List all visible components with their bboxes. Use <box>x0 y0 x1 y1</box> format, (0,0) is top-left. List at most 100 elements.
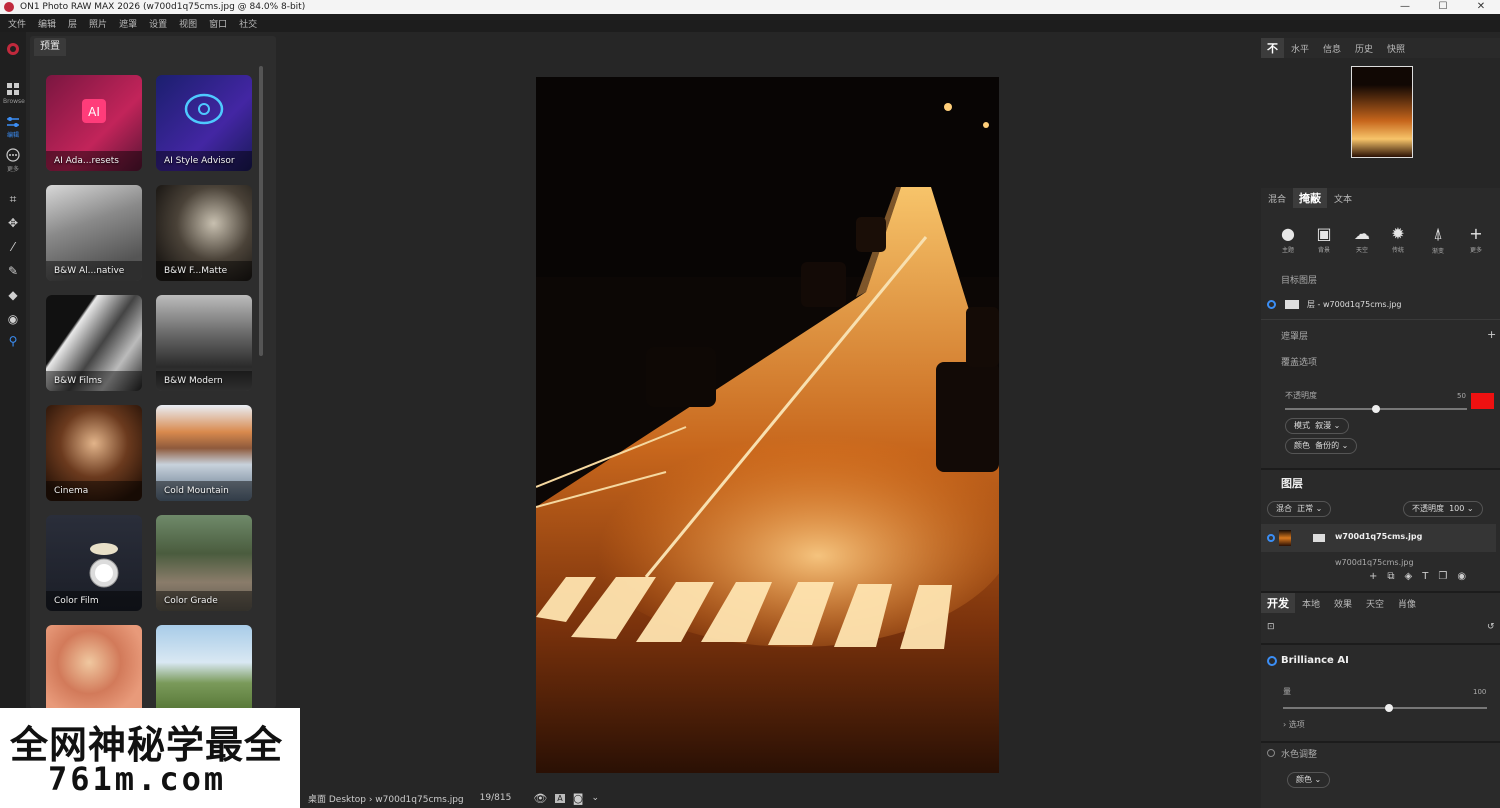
layer-row[interactable]: w700d1q75cms.jpg <box>1261 558 1496 568</box>
mask-gradient-button[interactable]: ⍋ 渐变 <box>1423 224 1453 255</box>
opacity-label: 不透明度 <box>1285 391 1317 400</box>
menu-layer[interactable]: 层 <box>62 17 83 30</box>
add-mask-layer-icon[interactable]: + <box>1487 328 1496 341</box>
text-overlay-icon[interactable]: A <box>555 793 565 803</box>
stack-layer-icon[interactable]: ◉ <box>1457 571 1466 582</box>
view-dropdown-icon[interactable]: ⌄ <box>591 793 599 803</box>
tab-sky[interactable]: 天空 <box>1359 597 1391 610</box>
paint-layer-icon[interactable]: ◈ <box>1405 571 1413 582</box>
browse-tool[interactable]: Browse <box>3 82 25 105</box>
layer-row[interactable]: w700d1q75cms.jpg <box>1261 524 1496 552</box>
magic-wand-icon[interactable]: ⁄ <box>3 240 23 254</box>
mask-layer-label: 遮罩层 <box>1281 332 1309 342</box>
blend-mode-dropdown[interactable]: 混合 正常 ⌄ <box>1267 501 1332 517</box>
target-layer-name[interactable]: 层 - w700d1q75cms.jpg <box>1307 299 1402 310</box>
tab-levels[interactable]: 水平 <box>1284 42 1316 55</box>
eraser-icon[interactable]: ◆ <box>3 288 23 302</box>
menu-photo[interactable]: 照片 <box>83 17 113 30</box>
on1-logo-icon[interactable] <box>3 42 23 59</box>
duplicate-layer-icon[interactable]: ⧉ <box>1387 571 1394 582</box>
tab-masking[interactable]: 掩蔽 <box>1293 188 1328 208</box>
preset-card[interactable]: Color Grade <box>156 515 252 611</box>
zoom-icon[interactable]: ⚲ <box>3 334 23 348</box>
tab-info[interactable]: 信息 <box>1316 42 1348 55</box>
menu-view[interactable]: 视图 <box>173 17 203 30</box>
more-tool[interactable]: 更多 <box>3 148 23 173</box>
mask-more-button[interactable]: + 更多 <box>1461 224 1491 254</box>
menu-file[interactable]: 文件 <box>2 17 32 30</box>
text-layer-icon[interactable]: T <box>1422 571 1428 582</box>
preset-card[interactable]: AI Style Advisor <box>156 75 252 171</box>
maximize-button[interactable]: ☐ <box>1424 0 1462 14</box>
preset-save-icon[interactable]: ⊡ <box>1267 622 1275 632</box>
preset-card[interactable]: Cold Mountain <box>156 405 252 501</box>
options-expander[interactable]: › 选项 <box>1283 719 1305 730</box>
edit-tool[interactable]: 编辑 <box>3 116 23 139</box>
layer-visibility-icon[interactable] <box>1267 300 1276 309</box>
color-dropdown[interactable]: 颜色 备份的 ⌄ <box>1285 438 1358 454</box>
layer-visibility-icon[interactable] <box>1267 534 1275 542</box>
presets-scrollbar[interactable] <box>259 66 263 356</box>
tab-effects[interactable]: 效果 <box>1327 597 1359 610</box>
menu-settings[interactable]: 设置 <box>143 17 173 30</box>
preset-card[interactable] <box>46 625 142 708</box>
tab-blend[interactable]: 混合 <box>1261 192 1293 205</box>
opacity-slider-knob[interactable] <box>1372 405 1380 413</box>
tab-snapshots[interactable]: 快照 <box>1380 42 1412 55</box>
retouch-icon[interactable]: ◉ <box>3 312 23 326</box>
eye-icon[interactable]: 👁 <box>533 792 547 805</box>
close-window-button[interactable]: ✕ <box>1462 0 1500 14</box>
brilliance-toggle[interactable] <box>1267 656 1277 666</box>
auto-dropdown[interactable]: 颜色 ⌄ <box>1287 772 1331 788</box>
plus-icon: + <box>1469 224 1483 243</box>
preset-card[interactable]: B&W Al...native <box>46 185 142 281</box>
preset-card[interactable]: B&W Films <box>46 295 142 391</box>
tab-develop[interactable]: 开发 <box>1261 593 1295 613</box>
preset-label: B&W Al...native <box>54 266 125 276</box>
tab-portrait[interactable]: 肖像 <box>1391 597 1423 610</box>
preset-card[interactable]: B&W Modern <box>156 295 252 391</box>
menu-edit[interactable]: 编辑 <box>32 17 62 30</box>
preset-card[interactable]: AI AI Ada...resets <box>46 75 142 171</box>
presets-tab[interactable]: 预置 <box>34 38 66 56</box>
mask-traditional-button[interactable]: ✹ 传统 <box>1383 224 1413 254</box>
menu-social[interactable]: 社交 <box>233 17 263 30</box>
copy-layer-icon[interactable]: ❐ <box>1438 571 1447 582</box>
tab-local[interactable]: 本地 <box>1295 597 1327 610</box>
preset-label: AI Style Advisor <box>164 156 235 166</box>
tab-history[interactable]: 历史 <box>1348 42 1380 55</box>
layer-opacity-dropdown[interactable]: 不透明度 100 ⌄ <box>1403 501 1483 517</box>
person-icon: ● <box>1281 224 1295 243</box>
tone-toggle[interactable] <box>1267 749 1275 757</box>
move-icon[interactable]: ✥ <box>3 216 23 230</box>
mask-view-icon[interactable]: ◙ <box>573 792 584 805</box>
file-count: 19/815 <box>479 793 512 803</box>
mode-dropdown[interactable]: 模式 叙漫 ⌄ <box>1285 418 1350 434</box>
layers-title: 图层 <box>1281 477 1303 490</box>
mask-subject-button[interactable]: ● 主题 <box>1273 224 1303 254</box>
mask-background-button[interactable]: ▣ 背景 <box>1309 224 1339 254</box>
navigator-thumbnail[interactable] <box>1351 66 1413 158</box>
tab-navigator[interactable]: 不 <box>1261 38 1284 58</box>
weather-icon: ☁ <box>1354 224 1370 243</box>
minimize-button[interactable]: — <box>1386 0 1424 14</box>
overlay-color-swatch[interactable] <box>1471 393 1494 409</box>
mask-sky-button[interactable]: ☁ 天空 <box>1347 224 1377 254</box>
tab-text[interactable]: 文本 <box>1327 192 1359 205</box>
preset-card[interactable]: B&W F...Matte <box>156 185 252 281</box>
brilliance-title: Brilliance AI <box>1281 655 1349 666</box>
brush-icon[interactable]: ✎ <box>3 264 23 278</box>
add-layer-icon[interactable]: + <box>1369 571 1377 582</box>
preset-card[interactable]: Color Film <box>46 515 142 611</box>
crop-icon[interactable]: ⌗ <box>3 192 23 207</box>
menu-window[interactable]: 窗口 <box>203 17 233 30</box>
preset-card[interactable]: Cinema <box>46 405 142 501</box>
image-canvas[interactable] <box>536 77 999 773</box>
reset-panel-icon[interactable]: ↺ <box>1487 622 1495 632</box>
target-layer-label: 目标图层 <box>1281 276 1318 286</box>
menu-mask[interactable]: 遮罩 <box>113 17 143 30</box>
file-path[interactable]: 桌面 Desktop › w700d1q75cms.jpg <box>308 792 464 805</box>
preset-card[interactable] <box>156 625 252 708</box>
preset-label: B&W Films <box>54 376 102 386</box>
amount-slider-knob[interactable] <box>1385 704 1394 712</box>
